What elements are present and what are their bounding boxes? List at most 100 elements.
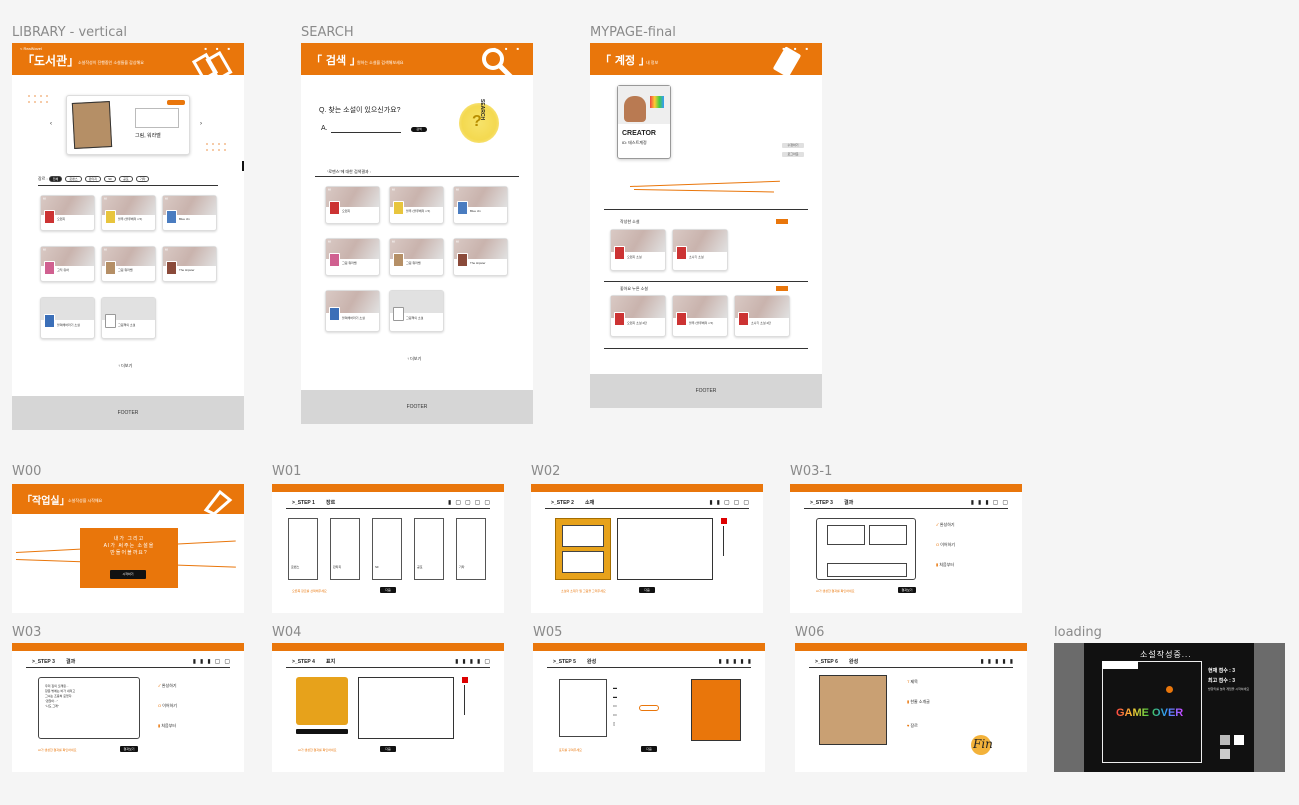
novel-card[interactable]: “The Hipster [162, 246, 217, 282]
w03-header [12, 643, 244, 651]
option-restart[interactable]: ▮ 처음부터 [936, 562, 954, 568]
generate-cover-button[interactable] [296, 729, 348, 734]
w02-frame: >_STEP 2 소재 ▮▮▢▢▢ 소설의 소재가 될 그림을 그려주세요 다음 [531, 484, 763, 613]
genre-pill[interactable]: 전체 [48, 176, 63, 182]
divider [804, 508, 1008, 509]
cover-canvas[interactable] [559, 679, 607, 737]
genre-pill[interactable]: 로맨스 [65, 176, 82, 182]
dpad-right[interactable] [1234, 735, 1244, 745]
answer-prefix: A. [321, 125, 328, 132]
toggle-switch[interactable] [639, 705, 659, 711]
divider [38, 185, 218, 186]
option-complete[interactable]: ✓ 완성하기 [936, 522, 955, 528]
next-button[interactable]: 다음 [380, 587, 396, 593]
result-button[interactable]: 결과보기 [120, 746, 138, 752]
field-genre: ♥ 장르 [907, 723, 918, 728]
novel-card[interactable]: 블랙해바라기 소설 [40, 297, 95, 339]
field-intro: ▮ 한줄 소개글 [907, 699, 930, 704]
genre-pill[interactable]: 기타 [135, 176, 150, 182]
next-button[interactable]: 다음 [639, 587, 655, 593]
genre-pill[interactable]: 판타지 [84, 176, 102, 182]
header-nav[interactable]: < RealNovel [20, 46, 42, 51]
novel-card[interactable]: “The Hipster [453, 238, 508, 276]
edit-button[interactable]: 수정하기 [782, 143, 804, 148]
option-continue[interactable]: O 이어하기 [936, 542, 955, 548]
magnifier-icon [482, 48, 513, 77]
option-restart[interactable]: ▮ 처음부터 [158, 723, 176, 729]
game-hint: 방향키를 눌러 게임을 시작하세요 [1208, 687, 1250, 691]
novel-card[interactable]: 오렌지 소설 [610, 229, 666, 271]
dpad-down[interactable] [1220, 749, 1230, 759]
logout-button[interactable]: 로그아웃 [782, 152, 804, 157]
novel-card[interactable]: “오렌지 [40, 195, 95, 231]
library-frame: < RealNovel ■ ■ ■ 「도서관」 소설작성이 진행중인 소설들을 … [12, 43, 244, 430]
next-button[interactable]: 다음 [641, 746, 657, 752]
page-title: 「 검색 」 [311, 54, 361, 67]
tool-palette[interactable]: ▬ ▬ ▭ ▭ ▯ [613, 683, 617, 728]
w01-header [272, 484, 504, 492]
novel-card[interactable]: “Blue Jin [453, 186, 508, 224]
genre-pill[interactable]: 공포 [119, 176, 133, 182]
genre-pill[interactable]: SF [104, 176, 117, 182]
novel-card[interactable]: 소나기 소설 [672, 229, 728, 271]
step-title: >_STEP 6 완성 [815, 659, 859, 665]
start-box: 내가 그리고 AI가 써주는 소설을 만들어볼까요? [80, 528, 178, 588]
novel-card[interactable]: “그림 워라벨 [389, 238, 444, 276]
scribble [633, 189, 774, 193]
search-input[interactable] [331, 132, 401, 133]
novel-card[interactable]: “고딕 유하 [40, 246, 95, 282]
more-link[interactable]: ↑ 더보기 [118, 363, 132, 369]
next-arrow-icon[interactable]: › [200, 121, 202, 127]
novel-card[interactable]: “Blue Jin [162, 195, 217, 231]
featured-card[interactable]: 그림, 워라벨 [66, 95, 190, 155]
novel-card[interactable]: 그림책의 소설 [101, 297, 156, 339]
start-button[interactable]: 시작하기 [110, 570, 146, 579]
page-subtitle: 소설작성을 시작해요 [68, 498, 103, 503]
novel-card[interactable]: 블루 (블루베리 x 5) [672, 295, 728, 337]
brush-slider[interactable] [464, 685, 465, 715]
frame-label-w00: W00 [12, 464, 42, 479]
genre-card[interactable]: 판타지 [330, 518, 360, 580]
w031-frame: >_STEP 3 결과 ▮▮▮▢▢ ✓ 완성하기 O 이어하기 ▮ 처음부터 A… [790, 484, 1022, 613]
drawing-canvas[interactable] [617, 518, 713, 580]
novel-card[interactable]: 소나기 소설 2탄 [734, 295, 790, 337]
w02-header [531, 484, 763, 492]
novel-card[interactable]: 블랙해바라기 소설 [325, 290, 380, 332]
step-title: >_STEP 2 소재 [551, 500, 595, 506]
section-toggle[interactable] [776, 219, 788, 224]
genre-card[interactable]: SF [372, 518, 402, 580]
step-icons: ▮▮▮▢▢ [192, 659, 234, 665]
result-button[interactable]: 결과보기 [898, 587, 916, 593]
option-complete[interactable]: ✓ 완성하기 [158, 683, 177, 689]
divider [604, 209, 808, 210]
section-toggle[interactable] [776, 286, 788, 291]
next-button[interactable]: 다음 [380, 746, 396, 752]
novel-card[interactable]: “그림 워라벨 [325, 238, 380, 276]
color-picker[interactable] [721, 518, 727, 524]
brush-slider[interactable] [723, 526, 724, 556]
novel-card[interactable]: “블루 (블루베리 x 5) [101, 195, 156, 231]
decor-dots [204, 141, 230, 155]
scribble [629, 180, 780, 187]
novel-card[interactable]: “블루 (블루베리 x 5) [389, 186, 444, 224]
dpad-left[interactable] [1220, 735, 1230, 745]
search-button[interactable]: 검색 [411, 127, 427, 132]
more-link[interactable]: ↑ 더보기 [407, 356, 421, 362]
novel-card[interactable]: 오렌지 소설 2탄 [610, 295, 666, 337]
genre-card[interactable]: 로맨스 [288, 518, 318, 580]
genre-card[interactable]: 공포 [414, 518, 444, 580]
color-picker[interactable] [462, 677, 468, 683]
avatar [624, 96, 646, 122]
novel-card[interactable]: “그림 워라벨 [101, 246, 156, 282]
step-icons: ▮▮▮▮▮ [980, 659, 1017, 665]
scrollbar[interactable] [242, 161, 244, 171]
novel-card[interactable]: 그림책의 소설 [389, 290, 444, 332]
option-continue[interactable]: O 이어하기 [158, 703, 177, 709]
genre-card[interactable]: 기타 [456, 518, 486, 580]
page-title: 「도서관」 [22, 54, 80, 68]
prev-arrow-icon[interactable]: ‹ [50, 121, 52, 127]
drawing-canvas[interactable] [358, 677, 454, 739]
featured-quote-box [135, 108, 179, 128]
score-best: 최고 점수 : 3 [1208, 678, 1236, 684]
novel-card[interactable]: “오렌지 [325, 186, 380, 224]
